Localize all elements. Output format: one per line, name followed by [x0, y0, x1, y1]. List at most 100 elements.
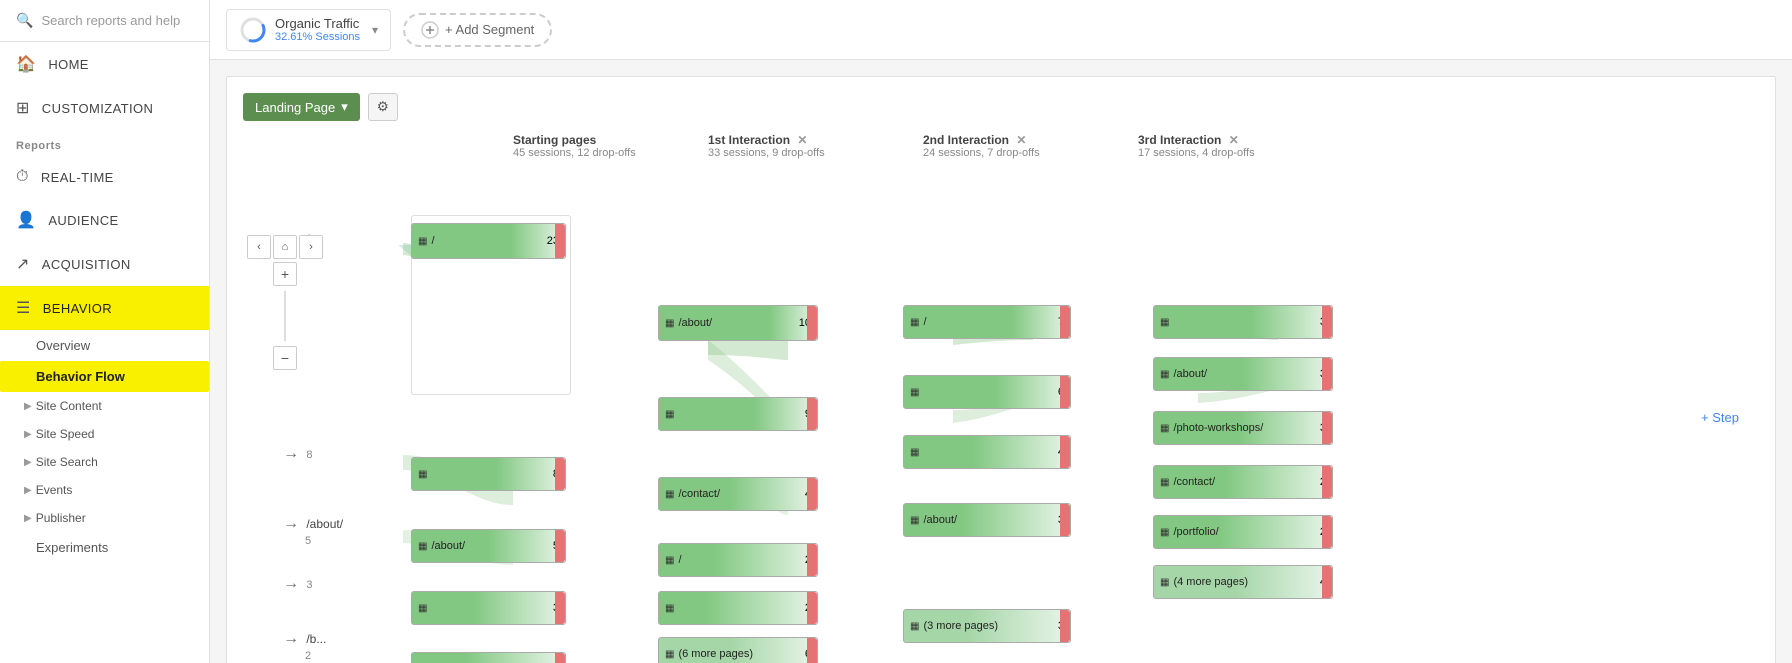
- realtime-icon: ⏱: [16, 168, 29, 186]
- sidebar-sub-events[interactable]: ▶ Events: [0, 476, 209, 504]
- sidebar-sub-experiments[interactable]: Experiments: [0, 532, 209, 563]
- page-icon: ▦: [665, 555, 674, 566]
- page-icon: ▦: [1160, 527, 1169, 538]
- page-icon: ▦: [910, 621, 919, 632]
- caret-icon: ▶: [24, 485, 32, 496]
- add-step-button[interactable]: + Step: [1701, 410, 1739, 425]
- col-header-first: 1st Interaction ✕ 33 sessions, 9 drop-of…: [708, 133, 923, 167]
- circle-plus-icon: [421, 21, 439, 39]
- segment-value: 32.61% Sessions: [275, 31, 360, 43]
- col-header-third: 3rd Interaction ✕ 17 sessions, 4 drop-of…: [1138, 133, 1353, 167]
- sidebar-sub-site-search[interactable]: ▶ Site Search: [0, 448, 209, 476]
- nav-left-button[interactable]: ‹: [247, 235, 271, 259]
- dropdown-arrow-icon: ▾: [341, 99, 348, 115]
- organic-traffic-segment[interactable]: Organic Traffic 32.61% Sessions ▾: [226, 9, 391, 51]
- segment-name: Organic Traffic: [275, 16, 360, 31]
- col-header-second: 2nd Interaction ✕ 24 sessions, 7 drop-of…: [923, 133, 1138, 167]
- nav-home-button[interactable]: ⌂: [273, 235, 297, 259]
- first-node-1[interactable]: ▦ /about/ 10: [658, 305, 818, 341]
- realtime-label: REAL-TIME: [41, 170, 114, 185]
- segment-bar: Organic Traffic 32.61% Sessions ▾ + Add …: [210, 0, 1792, 60]
- col-sub-starting: 45 sessions, 12 drop-offs: [513, 147, 708, 159]
- third-node-5[interactable]: ▦ /portfolio/ 2: [1153, 515, 1333, 549]
- flow-area[interactable]: Landing Page ▾ ⚙ Starting pages 45 sessi…: [210, 60, 1792, 663]
- page-icon: ▦: [1160, 317, 1169, 328]
- page-icon: ▦: [665, 603, 674, 614]
- sidebar-item-behavior[interactable]: ☰ BEHAVIOR: [0, 286, 209, 330]
- first-node-4[interactable]: ▦ / 2: [658, 543, 818, 577]
- search-placeholder: Search reports and help: [41, 13, 180, 28]
- sidebar-item-home[interactable]: 🏠 HOME: [0, 42, 209, 86]
- page-icon: ▦: [1160, 577, 1169, 588]
- third-node-6[interactable]: ▦ (4 more pages) 4: [1153, 565, 1333, 599]
- first-node-6[interactable]: ▦ (6 more pages) 6: [658, 637, 818, 663]
- third-node-3[interactable]: ▦ /photo-workshops/ 3: [1153, 411, 1333, 445]
- first-node-3[interactable]: ▦ /contact/ 4: [658, 477, 818, 511]
- sidebar-sub-publisher[interactable]: ▶ Publisher: [0, 504, 209, 532]
- starting-node-5[interactable]: ▦ /b... 3 2: [411, 652, 566, 663]
- page-icon: ▦: [910, 387, 919, 398]
- home-label: HOME: [48, 57, 89, 72]
- caret-icon: ▶: [24, 457, 32, 468]
- page-icon: ▦: [910, 317, 919, 328]
- settings-button[interactable]: ⚙: [368, 93, 398, 121]
- audience-icon: 👤: [16, 210, 36, 230]
- page-icon: ▦: [1160, 369, 1169, 380]
- col-title-starting: Starting pages: [513, 133, 708, 147]
- controls-row: Landing Page ▾ ⚙: [243, 93, 1759, 121]
- landing-page-button[interactable]: Landing Page ▾: [243, 93, 360, 121]
- behavior-label: BEHAVIOR: [43, 301, 112, 316]
- sidebar-sub-overview[interactable]: Overview: [0, 330, 209, 361]
- sidebar-sub-site-content[interactable]: ▶ Site Content: [0, 392, 209, 420]
- zoom-out-button[interactable]: −: [273, 346, 297, 370]
- second-node-2[interactable]: ▦ 6: [903, 375, 1071, 409]
- col-title-first: 1st Interaction ✕: [708, 133, 923, 147]
- landing-page-label: Landing Page: [255, 100, 335, 115]
- close-second-col-icon[interactable]: ✕: [1016, 133, 1026, 147]
- starting-node-4[interactable]: ▦ 3: [411, 591, 566, 625]
- second-node-3[interactable]: ▦ 4: [903, 435, 1071, 469]
- second-node-4[interactable]: ▦ /about/ 3: [903, 503, 1071, 537]
- page-icon: ▦: [418, 469, 427, 480]
- sidebar-item-acquisition[interactable]: ↗ ACQUISITION: [0, 242, 209, 286]
- close-first-col-icon[interactable]: ✕: [797, 133, 807, 147]
- second-node-5[interactable]: ▦ (3 more pages) 3: [903, 609, 1071, 643]
- entry-node-5: → /b... 2: [283, 630, 326, 662]
- second-node-1[interactable]: ▦ / 7: [903, 305, 1071, 339]
- first-node-5[interactable]: ▦ 2: [658, 591, 818, 625]
- page-icon: ▦: [665, 318, 674, 329]
- gear-icon: ⚙: [377, 99, 389, 114]
- flow-container: Landing Page ▾ ⚙ Starting pages 45 sessi…: [226, 76, 1776, 663]
- starting-node-3[interactable]: ▦ /about/ 5: [411, 529, 566, 563]
- sidebar-item-audience[interactable]: 👤 AUDIENCE: [0, 198, 209, 242]
- third-node-1[interactable]: ▦ 3: [1153, 305, 1333, 339]
- col-header-starting: Starting pages 45 sessions, 12 drop-offs: [513, 133, 708, 167]
- sidebar-item-customization[interactable]: ⊞ CUSTOMIZATION: [0, 86, 209, 130]
- segment-progress-circle: [239, 16, 267, 44]
- reports-section-label: Reports: [0, 130, 209, 156]
- sidebar-sub-site-speed[interactable]: ▶ Site Speed: [0, 420, 209, 448]
- sidebar-item-realtime[interactable]: ⏱ REAL-TIME: [0, 156, 209, 198]
- starting-node-2[interactable]: ▦ 8: [411, 457, 566, 491]
- search-bar[interactable]: 🔍 Search reports and help: [0, 0, 209, 42]
- first-node-2[interactable]: ▦ 9: [658, 397, 818, 431]
- sidebar: 🔍 Search reports and help 🏠 HOME ⊞ CUSTO…: [0, 0, 210, 663]
- page-icon: ▦: [665, 409, 674, 420]
- zoom-in-button[interactable]: +: [273, 262, 297, 286]
- sidebar-sub-behavior-flow[interactable]: Behavior Flow: [0, 361, 209, 392]
- audience-label: AUDIENCE: [48, 213, 118, 228]
- caret-icon: ▶: [24, 429, 32, 440]
- third-node-4[interactable]: ▦ /contact/ 2: [1153, 465, 1333, 499]
- caret-icon: ▶: [24, 401, 32, 412]
- page-icon: ▦: [1160, 423, 1169, 434]
- page-icon: ▦: [665, 489, 674, 500]
- starting-node-1[interactable]: ▦ / 23: [411, 223, 566, 259]
- page-icon: ▦: [910, 447, 919, 458]
- close-third-col-icon[interactable]: ✕: [1229, 133, 1239, 147]
- add-segment-label: + Add Segment: [445, 22, 534, 37]
- third-node-2[interactable]: ▦ /about/ 3: [1153, 357, 1333, 391]
- nav-right-button[interactable]: ›: [299, 235, 323, 259]
- add-segment-button[interactable]: + Add Segment: [403, 13, 552, 47]
- main-content: Organic Traffic 32.61% Sessions ▾ + Add …: [210, 0, 1792, 663]
- customization-label: CUSTOMIZATION: [42, 101, 153, 116]
